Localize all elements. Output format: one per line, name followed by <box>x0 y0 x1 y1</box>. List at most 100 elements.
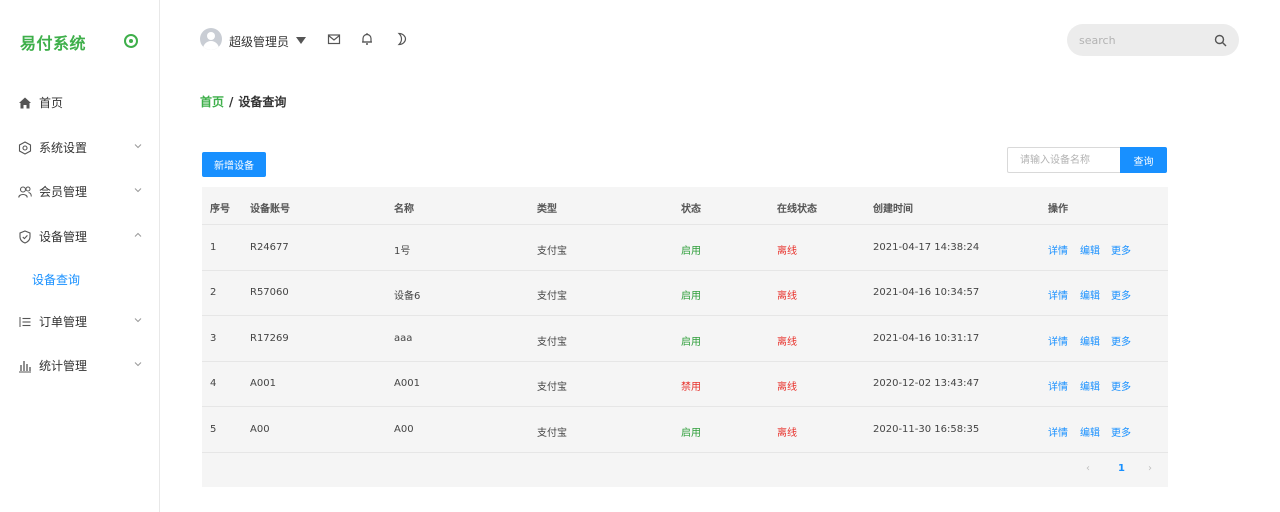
cell-index: 5 <box>210 424 217 435</box>
sidebar-item-label: 会员管理 <box>39 185 88 199</box>
cell-type: 支付宝 <box>537 337 567 348</box>
sidebar-item-label: 设备管理 <box>39 230 88 244</box>
sidebar-item-system-settings[interactable]: 系统设置 <box>0 136 159 160</box>
sidebar-item-statistics[interactable]: 统计管理 <box>0 354 159 378</box>
breadcrumb-current: 设备查询 <box>238 95 287 109</box>
details-link[interactable]: 详情 <box>1048 242 1068 257</box>
more-link[interactable]: 更多 <box>1111 378 1131 393</box>
users-icon <box>18 186 32 198</box>
chevron-down-icon <box>134 362 142 367</box>
next-page-button[interactable]: › <box>1148 463 1152 474</box>
cell-name: aaa <box>394 333 413 344</box>
prev-page-button[interactable]: ‹ <box>1086 463 1090 474</box>
sidebar-item-label: 订单管理 <box>39 315 88 329</box>
more-link[interactable]: 更多 <box>1111 424 1131 439</box>
bar-chart-icon <box>19 361 31 373</box>
search-box <box>1067 24 1239 56</box>
edit-link[interactable]: 编辑 <box>1080 287 1100 302</box>
cell-online-status: 离线 <box>777 382 797 393</box>
device-name-input[interactable] <box>1007 147 1120 173</box>
edit-link[interactable]: 编辑 <box>1080 333 1100 348</box>
cell-type: 支付宝 <box>537 246 567 257</box>
edit-link[interactable]: 编辑 <box>1080 424 1100 439</box>
col-header: 状态 <box>681 204 701 215</box>
query-button[interactable]: 查询 <box>1120 147 1167 173</box>
moon-icon[interactable] <box>394 32 408 46</box>
cell-account: R17269 <box>250 333 289 344</box>
cell-created: 2021-04-16 10:34:57 <box>873 287 980 298</box>
home-icon <box>19 97 31 109</box>
sidebar-item-members[interactable]: 会员管理 <box>0 180 159 204</box>
cell-status: 禁用 <box>681 382 701 393</box>
sidebar-item-home[interactable]: 首页 <box>0 91 159 115</box>
cell-account: A00 <box>250 424 270 435</box>
sidebar-item-label: 首页 <box>39 96 64 110</box>
cell-name: 设备6 <box>394 291 421 302</box>
table-row: 1 R24677 1号 支付宝 启用 离线 2021-04-17 14:38:2… <box>202 226 1168 271</box>
more-link[interactable]: 更多 <box>1111 333 1131 348</box>
col-header: 操作 <box>1048 204 1068 215</box>
sidebar-item-orders[interactable]: 订单管理 <box>0 310 159 334</box>
pagination: ‹ 1 › <box>1082 463 1162 479</box>
breadcrumb: 首页 / 设备查询 <box>200 93 286 110</box>
page-number[interactable]: 1 <box>1118 463 1125 474</box>
cell-account: R24677 <box>250 242 289 253</box>
list-icon <box>19 317 31 327</box>
table-row: 2 R57060 设备6 支付宝 启用 离线 2021-04-16 10:34:… <box>202 271 1168 316</box>
col-header: 名称 <box>394 204 414 215</box>
col-header: 类型 <box>537 204 557 215</box>
settings-icon <box>18 141 32 155</box>
bell-icon[interactable] <box>360 32 374 46</box>
caret-down-icon[interactable] <box>296 37 306 44</box>
cell-status: 启用 <box>681 428 701 439</box>
more-link[interactable]: 更多 <box>1111 242 1131 257</box>
col-header: 在线状态 <box>777 204 817 215</box>
cell-index: 4 <box>210 378 217 389</box>
breadcrumb-home[interactable]: 首页 <box>200 95 224 109</box>
app-logo: 易付系统 <box>20 34 87 53</box>
cell-account: A001 <box>250 378 276 389</box>
cell-created: 2020-11-30 16:58:35 <box>873 424 980 435</box>
target-icon[interactable] <box>124 34 138 48</box>
cell-name: A00 <box>394 424 414 435</box>
edit-link[interactable]: 编辑 <box>1080 242 1100 257</box>
top-bar: 超级管理员 <box>160 0 1280 80</box>
cell-index: 3 <box>210 333 217 344</box>
cell-online-status: 离线 <box>777 428 797 439</box>
details-link[interactable]: 详情 <box>1048 333 1068 348</box>
sidebar-item-label: 系统设置 <box>39 141 88 155</box>
sidebar-item-devices[interactable]: 设备管理 <box>0 225 159 249</box>
username[interactable]: 超级管理员 <box>229 33 289 50</box>
cell-created: 2021-04-16 10:31:17 <box>873 333 980 344</box>
cell-name: A001 <box>394 378 420 389</box>
chevron-up-icon <box>134 232 142 237</box>
cell-created: 2020-12-02 13:43:47 <box>873 378 980 389</box>
details-link[interactable]: 详情 <box>1048 378 1068 393</box>
chevron-down-icon <box>134 318 142 323</box>
table-row: 3 R17269 aaa 支付宝 启用 离线 2021-04-16 10:31:… <box>202 317 1168 362</box>
shield-icon <box>19 230 31 244</box>
search-input[interactable] <box>1079 32 1199 48</box>
breadcrumb-separator: / <box>229 95 234 109</box>
avatar[interactable] <box>200 28 222 50</box>
more-link[interactable]: 更多 <box>1111 287 1131 302</box>
cell-account: R57060 <box>250 287 289 298</box>
cell-created: 2021-04-17 14:38:24 <box>873 242 980 253</box>
table-header: 序号 设备账号 名称 类型 状态 在线状态 创建时间 操作 <box>202 187 1168 225</box>
table-row: 4 A001 A001 支付宝 禁用 离线 2020-12-02 13:43:4… <box>202 362 1168 407</box>
details-link[interactable]: 详情 <box>1048 424 1068 439</box>
cell-status: 启用 <box>681 291 701 302</box>
mail-icon[interactable] <box>327 32 341 46</box>
table-row: 5 A00 A00 支付宝 启用 离线 2020-11-30 16:58:35 … <box>202 408 1168 453</box>
add-device-button[interactable]: 新增设备 <box>202 152 266 177</box>
cell-online-status: 离线 <box>777 337 797 348</box>
edit-link[interactable]: 编辑 <box>1080 378 1100 393</box>
details-link[interactable]: 详情 <box>1048 287 1068 302</box>
chevron-down-icon <box>134 144 142 149</box>
col-header: 创建时间 <box>873 204 913 215</box>
cell-status: 启用 <box>681 246 701 257</box>
search-icon[interactable] <box>1214 34 1227 47</box>
sidebar-subitem-device-query[interactable]: 设备查询 <box>32 271 80 288</box>
chevron-down-icon <box>134 188 142 193</box>
cell-type: 支付宝 <box>537 428 567 439</box>
